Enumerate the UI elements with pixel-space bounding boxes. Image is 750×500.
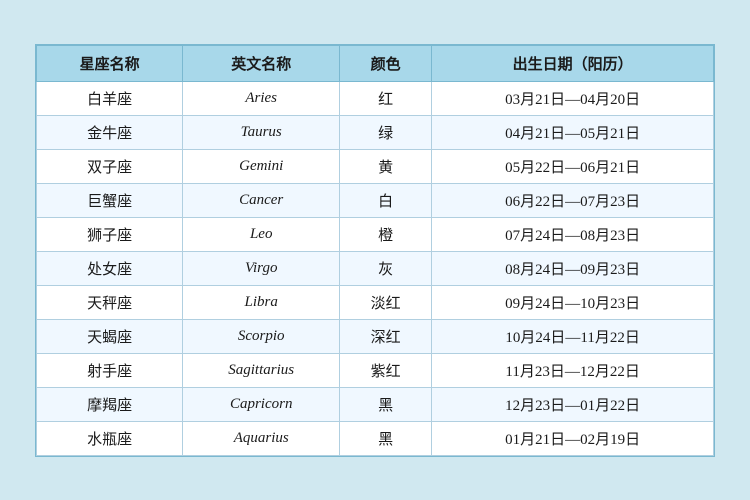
cell-color: 黄 (340, 149, 432, 183)
table-row: 双子座Gemini黄05月22日—06月21日 (37, 149, 714, 183)
cell-chinese-name: 双子座 (37, 149, 183, 183)
cell-color: 灰 (340, 251, 432, 285)
cell-chinese-name: 射手座 (37, 353, 183, 387)
table-row: 天秤座Libra淡红09月24日—10月23日 (37, 285, 714, 319)
table-body: 白羊座Aries红03月21日—04月20日金牛座Taurus绿04月21日—0… (37, 81, 714, 455)
zodiac-table-container: 星座名称 英文名称 颜色 出生日期（阳历） 白羊座Aries红03月21日—04… (35, 44, 715, 457)
table-row: 巨蟹座Cancer白06月22日—07月23日 (37, 183, 714, 217)
table-row: 摩羯座Capricorn黑12月23日—01月22日 (37, 387, 714, 421)
cell-dates: 01月21日—02月19日 (432, 421, 714, 455)
cell-dates: 04月21日—05月21日 (432, 115, 714, 149)
cell-dates: 07月24日—08月23日 (432, 217, 714, 251)
cell-english-name: Aries (183, 81, 340, 115)
table-row: 天蝎座Scorpio深红10月24日—11月22日 (37, 319, 714, 353)
cell-english-name: Capricorn (183, 387, 340, 421)
cell-dates: 10月24日—11月22日 (432, 319, 714, 353)
cell-color: 橙 (340, 217, 432, 251)
cell-chinese-name: 巨蟹座 (37, 183, 183, 217)
cell-color: 深红 (340, 319, 432, 353)
cell-english-name: Leo (183, 217, 340, 251)
header-color: 颜色 (340, 45, 432, 81)
cell-chinese-name: 水瓶座 (37, 421, 183, 455)
cell-color: 绿 (340, 115, 432, 149)
cell-chinese-name: 白羊座 (37, 81, 183, 115)
cell-english-name: Libra (183, 285, 340, 319)
cell-chinese-name: 处女座 (37, 251, 183, 285)
table-row: 金牛座Taurus绿04月21日—05月21日 (37, 115, 714, 149)
cell-color: 白 (340, 183, 432, 217)
cell-dates: 06月22日—07月23日 (432, 183, 714, 217)
cell-dates: 05月22日—06月21日 (432, 149, 714, 183)
table-row: 狮子座Leo橙07月24日—08月23日 (37, 217, 714, 251)
cell-color: 紫红 (340, 353, 432, 387)
header-chinese-name: 星座名称 (37, 45, 183, 81)
cell-english-name: Virgo (183, 251, 340, 285)
cell-chinese-name: 金牛座 (37, 115, 183, 149)
cell-dates: 08月24日—09月23日 (432, 251, 714, 285)
table-row: 水瓶座Aquarius黑01月21日—02月19日 (37, 421, 714, 455)
table-row: 处女座Virgo灰08月24日—09月23日 (37, 251, 714, 285)
header-english-name: 英文名称 (183, 45, 340, 81)
cell-english-name: Sagittarius (183, 353, 340, 387)
cell-dates: 03月21日—04月20日 (432, 81, 714, 115)
cell-chinese-name: 天蝎座 (37, 319, 183, 353)
cell-chinese-name: 天秤座 (37, 285, 183, 319)
cell-dates: 11月23日—12月22日 (432, 353, 714, 387)
cell-chinese-name: 摩羯座 (37, 387, 183, 421)
cell-english-name: Aquarius (183, 421, 340, 455)
table-row: 射手座Sagittarius紫红11月23日—12月22日 (37, 353, 714, 387)
cell-english-name: Cancer (183, 183, 340, 217)
cell-color: 黑 (340, 387, 432, 421)
table-header-row: 星座名称 英文名称 颜色 出生日期（阳历） (37, 45, 714, 81)
cell-chinese-name: 狮子座 (37, 217, 183, 251)
zodiac-table: 星座名称 英文名称 颜色 出生日期（阳历） 白羊座Aries红03月21日—04… (36, 45, 714, 456)
cell-english-name: Taurus (183, 115, 340, 149)
cell-color: 黑 (340, 421, 432, 455)
cell-color: 淡红 (340, 285, 432, 319)
cell-dates: 12月23日—01月22日 (432, 387, 714, 421)
cell-color: 红 (340, 81, 432, 115)
header-dates: 出生日期（阳历） (432, 45, 714, 81)
cell-english-name: Gemini (183, 149, 340, 183)
table-row: 白羊座Aries红03月21日—04月20日 (37, 81, 714, 115)
cell-english-name: Scorpio (183, 319, 340, 353)
cell-dates: 09月24日—10月23日 (432, 285, 714, 319)
